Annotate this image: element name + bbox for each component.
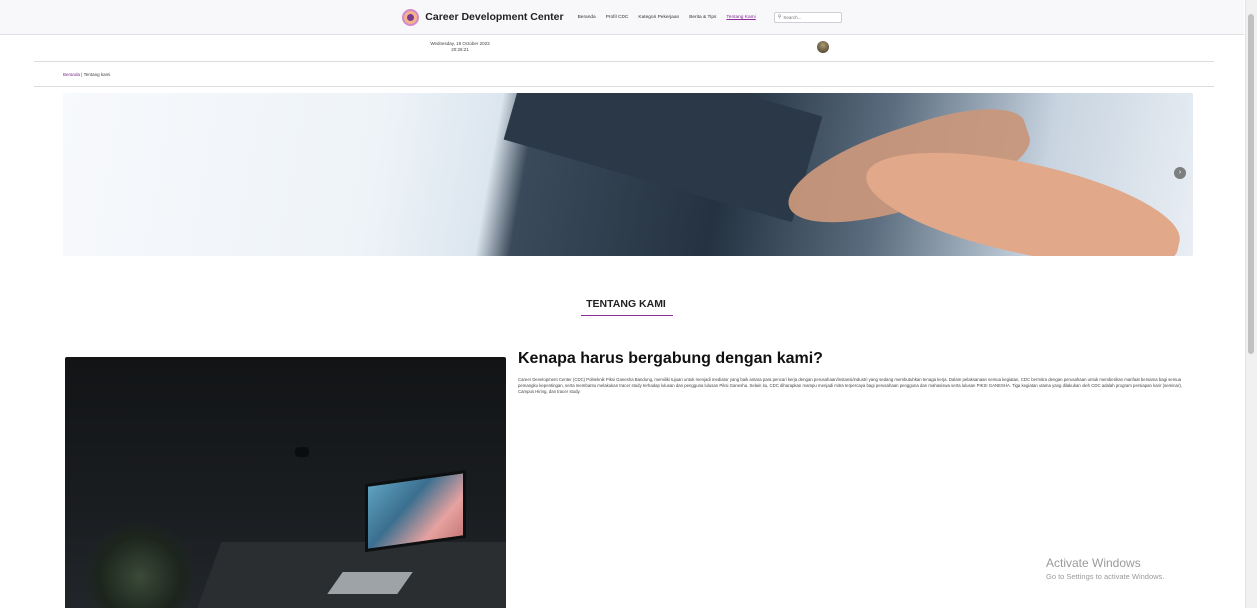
nav-item-beranda[interactable]: Beranda [578,15,596,20]
section-title: TENTANG KAMI [586,298,666,310]
avatar[interactable] [817,41,829,53]
breadcrumb-current: Tentang kami [83,72,111,77]
breadcrumb-home[interactable]: Beranda [63,72,80,77]
nav-item-tentang-kami[interactable]: Tentang Kami [726,15,755,20]
hero-carousel: › [63,93,1193,256]
main-nav: Beranda Profil CDC Kategori Pekerjaan Be… [578,15,766,20]
search-input[interactable] [783,14,834,20]
divider [34,61,1214,62]
current-datetime: Wednesday, 18 October 2023 20:26:21 [390,41,530,53]
top-navbar: Career Development Center Beranda Profil… [0,0,1244,35]
scrollbar-thumb[interactable] [1248,14,1254,354]
cdc-logo-icon [402,8,420,26]
watermark-line1: Activate Windows [1046,556,1141,570]
hero-image-sleeve [503,93,823,223]
photo-plant [85,517,195,608]
search-box[interactable]: ⚲ [773,11,842,23]
photo-lamp [295,447,309,457]
nav-item-profil-cdc[interactable]: Profil CDC [606,15,629,20]
scrollbar[interactable] [1245,0,1257,608]
brand[interactable]: Career Development Center [402,8,577,26]
activate-windows-watermark: Activate Windows Go to Settings to activ… [1046,556,1164,581]
brand-title: Career Development Center [425,11,564,23]
current-time: 20:26:21 [451,47,469,52]
nav-item-kategori-pekerjaan[interactable]: Kategori Pekerjaan [638,15,679,20]
chevron-right-icon[interactable]: › [1174,167,1186,179]
about-heading: Kenapa harus bergabung dengan kami? [518,350,823,367]
nav-item-berita-tips[interactable]: Berita & Tips [689,15,716,20]
breadcrumb: Beranda | Tentang kami [63,72,110,77]
section-title-underline [581,315,673,316]
about-body: Career Development Center (CDC) Politekn… [518,377,1183,394]
search-icon: ⚲ [777,14,782,20]
photo-monitor [365,469,466,553]
watermark-line2: Go to Settings to activate Windows. [1046,572,1165,581]
about-photo [65,357,506,608]
divider [34,86,1214,87]
